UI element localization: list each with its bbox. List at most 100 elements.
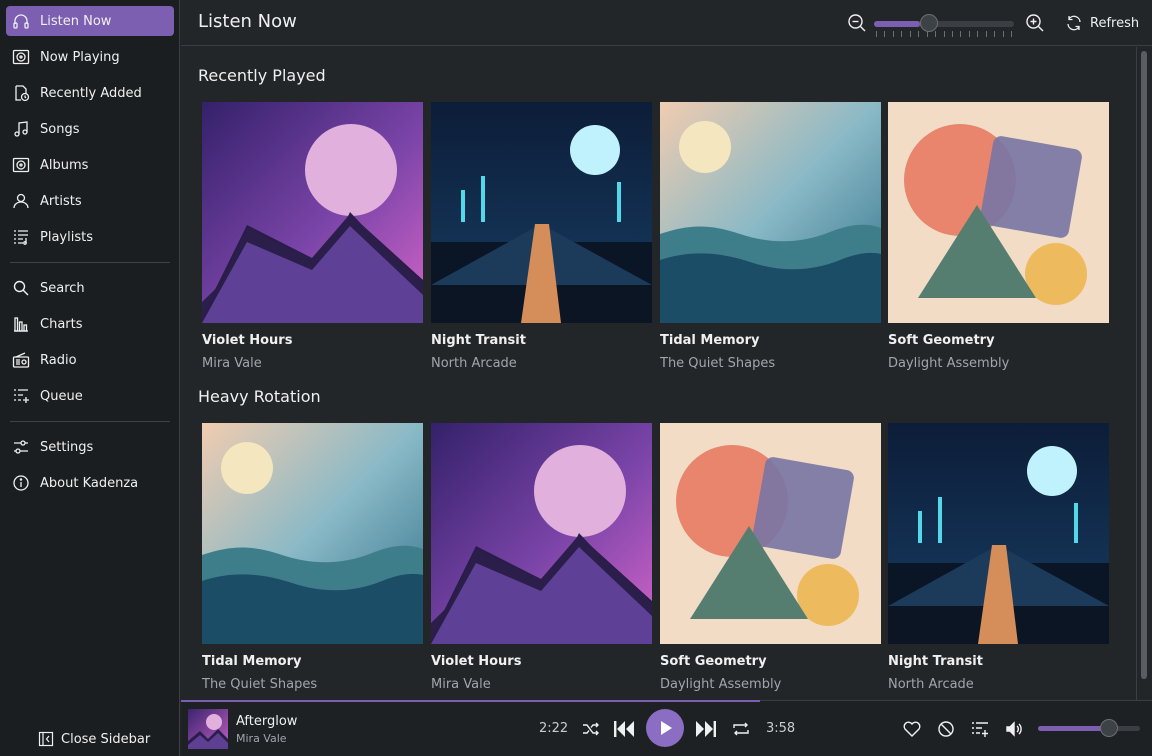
album-title: Tidal Memory (660, 333, 760, 348)
album-artist: Daylight Assembly (660, 677, 782, 692)
scrollbar-thumb[interactable] (1141, 51, 1147, 679)
headphones-icon (12, 12, 30, 30)
album-art-image (431, 423, 652, 644)
sidebar-item-artists[interactable]: Artists (6, 186, 174, 216)
play-button[interactable] (646, 709, 684, 747)
sidebar-item-label: Queue (40, 388, 83, 404)
sidebar-item-about[interactable]: About Kadenza (6, 468, 174, 498)
zoom-in-icon[interactable] (1025, 13, 1045, 33)
zoom-out-icon[interactable] (847, 13, 867, 33)
section-title: Heavy Rotation (198, 387, 321, 406)
volume-handle[interactable] (1100, 719, 1119, 737)
zoom-handle[interactable] (920, 14, 939, 32)
sidebar-item-label: Artists (40, 193, 82, 209)
sidebar-item-queue[interactable]: Queue (6, 381, 174, 411)
album-artist: North Arcade (431, 356, 517, 371)
album-title: Violet Hours (431, 654, 522, 669)
next-icon[interactable] (694, 718, 718, 740)
album-card[interactable]: Night Transit North Arcade (431, 102, 652, 371)
duration-time: 3:58 (766, 721, 796, 736)
now-playing-art[interactable] (188, 709, 228, 749)
sidebar-item-songs[interactable]: Songs (6, 114, 174, 144)
now-playing-icon (12, 48, 30, 66)
sidebar-collapse-icon (38, 731, 54, 747)
sidebar-item-settings[interactable]: Settings (6, 432, 174, 462)
queue-icon (12, 387, 30, 405)
scrollbar[interactable] (1136, 47, 1152, 700)
refresh-button[interactable]: Refresh (1065, 12, 1139, 34)
shuffle-icon[interactable] (581, 719, 601, 739)
search-icon (12, 279, 30, 297)
add-to-queue-icon[interactable] (970, 719, 990, 739)
album-art-image (431, 102, 652, 323)
sidebar-item-listen-now[interactable]: Listen Now (6, 6, 174, 36)
album-art[interactable] (202, 423, 423, 644)
album-artist: Mira Vale (431, 677, 491, 692)
header: Listen Now Refresh (181, 0, 1152, 46)
favorite-icon[interactable] (902, 719, 922, 739)
album-art[interactable] (660, 102, 881, 323)
section-title: Recently Played (198, 66, 326, 85)
album-card[interactable]: Violet Hours Mira Vale (431, 423, 652, 692)
recently-added-icon (12, 84, 30, 102)
main-content: Recently Played Violet Hours Mira Vale N… (181, 47, 1152, 700)
sidebar-item-label: About Kadenza (40, 475, 139, 491)
sidebar-item-label: Search (40, 280, 85, 296)
zoom-slider[interactable] (874, 12, 1016, 38)
album-title: Night Transit (431, 333, 526, 348)
previous-icon[interactable] (612, 718, 636, 740)
ban-icon[interactable] (936, 719, 956, 739)
sidebar-item-recently-added[interactable]: Recently Added (6, 78, 174, 108)
album-artist: The Quiet Shapes (202, 677, 318, 692)
playlist-icon (12, 228, 30, 246)
album-art-image (660, 423, 881, 644)
album-card[interactable]: Tidal Memory The Quiet Shapes (202, 423, 423, 692)
playback-progress[interactable] (181, 700, 760, 702)
zoom-fill (874, 21, 921, 27)
sidebar-item-label: Playlists (40, 229, 93, 245)
album-title: Tidal Memory (202, 654, 302, 669)
sidebar-item-label: Charts (40, 316, 83, 332)
sidebar-divider (10, 421, 170, 422)
play-icon (661, 721, 672, 735)
sidebar-item-label: Songs (40, 121, 80, 137)
close-sidebar-button[interactable]: Close Sidebar (38, 728, 150, 750)
sidebar-item-search[interactable]: Search (6, 273, 174, 303)
track-title: Afterglow (236, 714, 298, 729)
album-art[interactable] (888, 423, 1109, 644)
zoom-ticks (876, 31, 1012, 38)
album-card[interactable]: Soft Geometry Daylight Assembly (660, 423, 881, 692)
volume-icon[interactable] (1004, 719, 1024, 739)
album-card[interactable]: Violet Hours Mira Vale (202, 102, 423, 371)
album-art-image (660, 102, 881, 323)
album-art[interactable] (888, 102, 1109, 323)
sidebar-item-label: Radio (40, 352, 77, 368)
album-title: Soft Geometry (660, 654, 767, 669)
album-art[interactable] (431, 102, 652, 323)
album-art[interactable] (431, 423, 652, 644)
album-art[interactable] (660, 423, 881, 644)
player-bar: Afterglow Mira Vale 2:22 3:58 (181, 700, 1152, 756)
music-note-icon (12, 120, 30, 138)
sidebar-item-albums[interactable]: Albums (6, 150, 174, 180)
refresh-icon (1065, 14, 1083, 32)
album-card[interactable]: Soft Geometry Daylight Assembly (888, 102, 1109, 371)
repeat-icon[interactable] (731, 719, 751, 739)
album-title: Violet Hours (202, 333, 293, 348)
sidebar-item-charts[interactable]: Charts (6, 309, 174, 339)
elapsed-time: 2:22 (539, 721, 569, 736)
album-card[interactable]: Tidal Memory The Quiet Shapes (660, 102, 881, 371)
album-art-image (888, 423, 1109, 644)
album-art[interactable] (202, 102, 423, 323)
album-art-image (202, 423, 423, 644)
sidebar-item-radio[interactable]: Radio (6, 345, 174, 375)
sidebar-item-now-playing[interactable]: Now Playing (6, 42, 174, 72)
album-art-image (202, 102, 423, 323)
info-icon (12, 474, 30, 492)
person-icon (12, 192, 30, 210)
album-card[interactable]: Night Transit North Arcade (888, 423, 1109, 692)
sidebar-item-playlists[interactable]: Playlists (6, 222, 174, 252)
sidebar: Listen Now Now Playing Recently Added So… (0, 0, 180, 756)
album-icon (12, 156, 30, 174)
close-sidebar-label: Close Sidebar (61, 731, 151, 747)
